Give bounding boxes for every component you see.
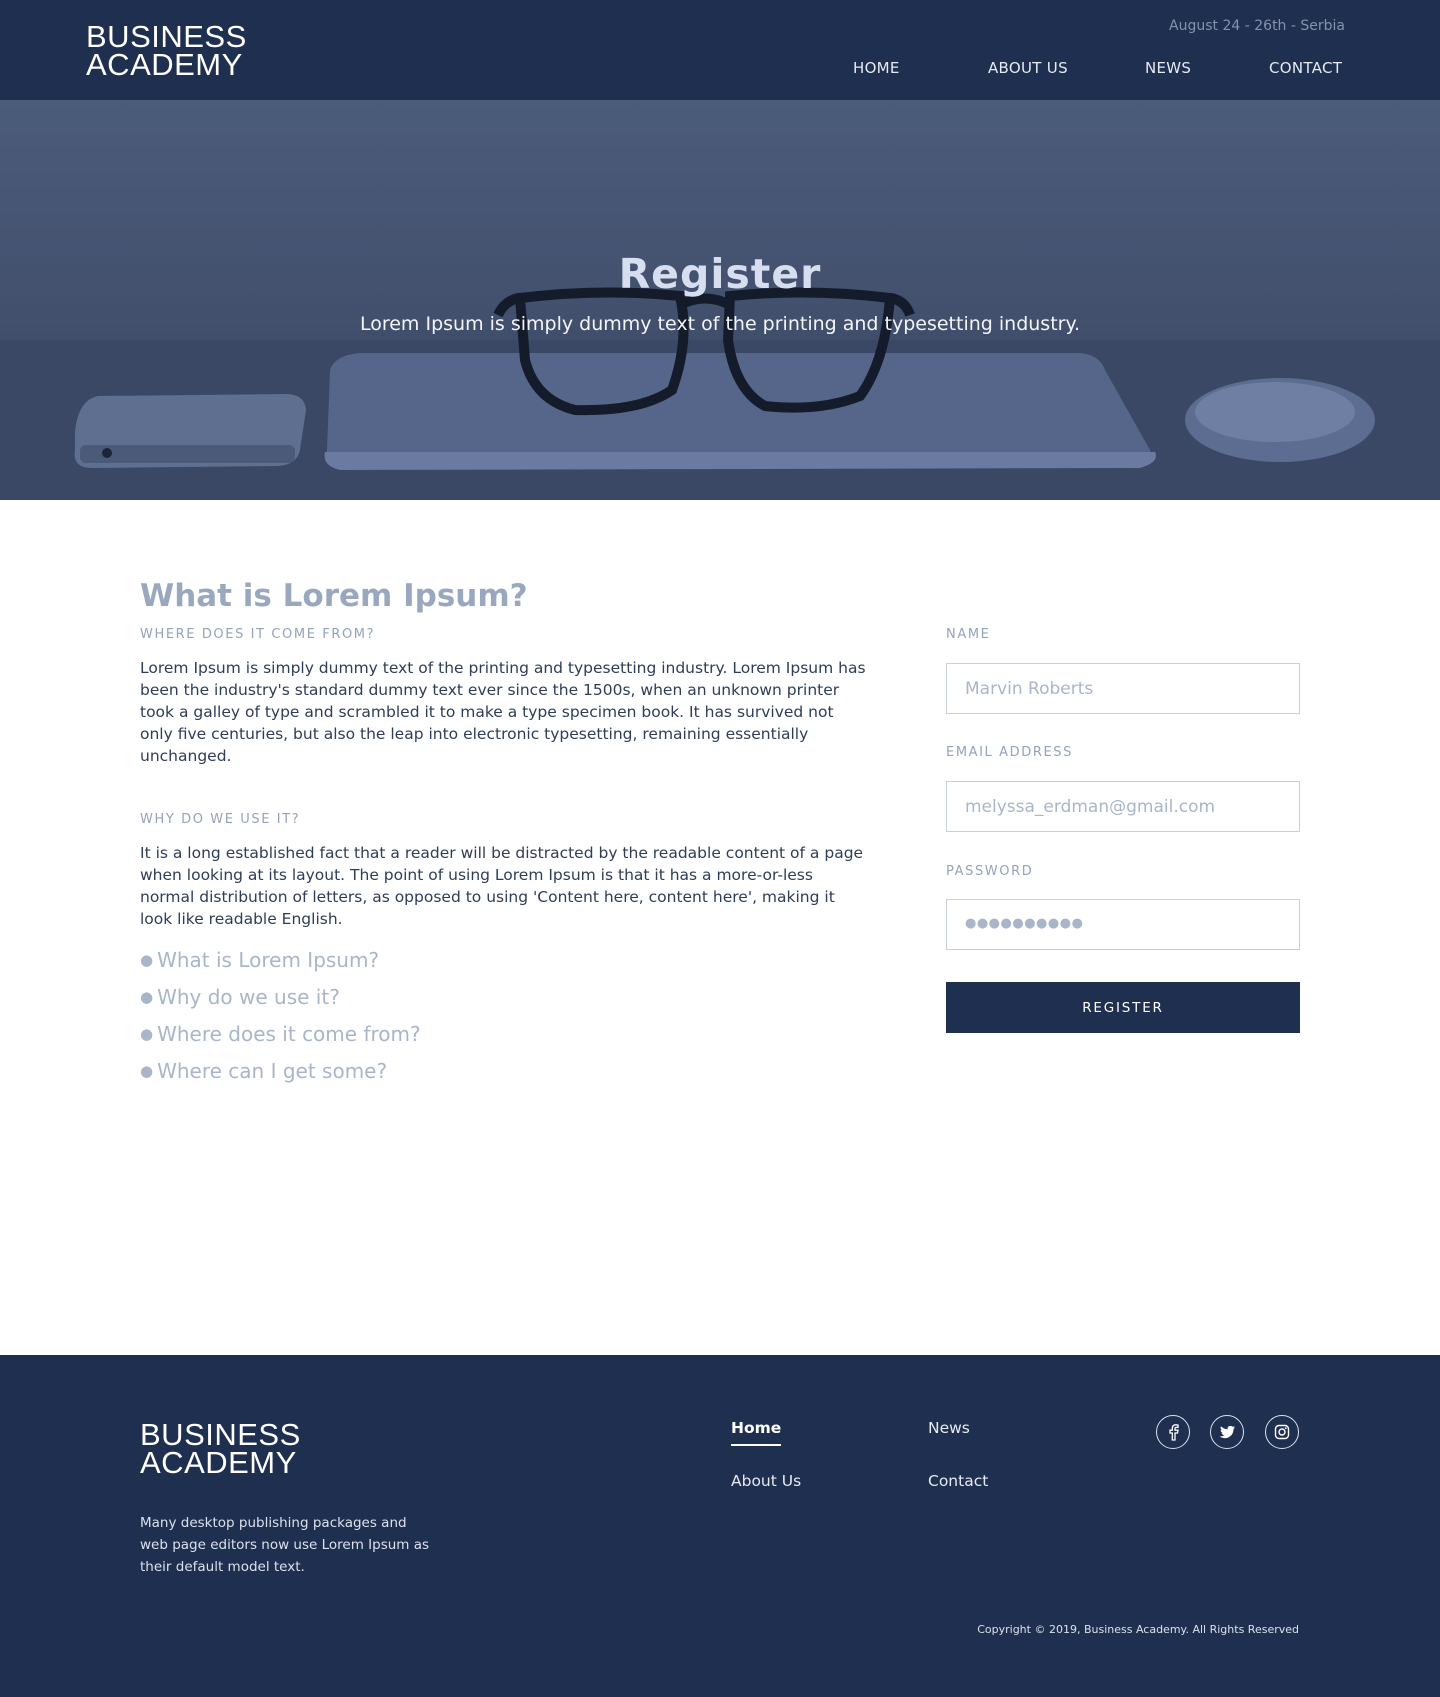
faq-link-list: ● What is Lorem Ipsum? ● Why do we use it?… bbox=[140, 945, 421, 1093]
hero-banner: Register Lorem Ipsum is simply dummy tex… bbox=[0, 100, 1440, 500]
name-input[interactable] bbox=[946, 663, 1300, 714]
register-button[interactable]: REGISTER bbox=[946, 982, 1300, 1033]
logo-line-2: ACADEMY bbox=[86, 47, 243, 82]
faq-item[interactable]: ● Where can I get some? bbox=[140, 1056, 421, 1093]
faq-item[interactable]: ● Why do we use it? bbox=[140, 982, 421, 1019]
faq-item-label: Where can I get some? bbox=[157, 1059, 388, 1083]
password-label: PASSWORD bbox=[946, 864, 1034, 879]
nav-home[interactable]: HOME bbox=[853, 59, 900, 77]
email-input[interactable] bbox=[946, 781, 1300, 832]
email-label: EMAIL ADDRESS bbox=[946, 745, 1073, 760]
site-footer: BUSINESS ACADEMY Many desktop publishing… bbox=[0, 1355, 1440, 1697]
site-header: BUSINESS ACADEMY August 24 - 26th - Serb… bbox=[0, 0, 1440, 100]
footer-logo[interactable]: BUSINESS ACADEMY bbox=[140, 1419, 301, 1480]
footer-link-home[interactable]: Home bbox=[731, 1419, 782, 1446]
bullet-icon: ● bbox=[140, 1062, 154, 1080]
footer-link-news[interactable]: News bbox=[928, 1419, 970, 1437]
faq-item[interactable]: ● Where does it come from? bbox=[140, 1019, 421, 1056]
section-text-why: It is a long established fact that a rea… bbox=[140, 844, 864, 928]
nav-contact[interactable]: CONTACT bbox=[1269, 59, 1342, 77]
hero-title: Register bbox=[618, 250, 822, 298]
faq-item-label: What is Lorem Ipsum? bbox=[157, 948, 380, 972]
hero-subtitle: Lorem Ipsum is simply dummy text of the … bbox=[359, 313, 1081, 335]
faq-item[interactable]: ● What is Lorem Ipsum? bbox=[140, 945, 421, 982]
password-input[interactable]: ●●●●●●●●●● bbox=[946, 899, 1300, 950]
nav-about-us[interactable]: ABOUT US bbox=[988, 59, 1068, 77]
facebook-icon[interactable] bbox=[1156, 1415, 1190, 1449]
hero-background-image bbox=[0, 287, 1440, 500]
section-label-why: WHY DO WE USE IT? bbox=[140, 812, 301, 827]
event-date: August 24 - 26th - Serbia bbox=[1169, 18, 1345, 34]
faq-item-label: Where does it come from? bbox=[157, 1022, 421, 1046]
footer-link-contact[interactable]: Contact bbox=[928, 1472, 988, 1490]
bullet-icon: ● bbox=[140, 1025, 154, 1043]
faq-item-label: Why do we use it? bbox=[157, 985, 340, 1009]
content-heading: What is Lorem Ipsum? bbox=[140, 578, 528, 614]
footer-logo-line-2: ACADEMY bbox=[140, 1445, 297, 1480]
nav-news[interactable]: NEWS bbox=[1145, 59, 1191, 77]
copyright-text: Copyright © 2019, Business Academy. All … bbox=[977, 1623, 1299, 1636]
section-text-origin: Lorem Ipsum is simply dummy text of the … bbox=[140, 659, 866, 765]
bullet-icon: ● bbox=[140, 951, 154, 969]
bullet-icon: ● bbox=[140, 988, 154, 1006]
site-logo[interactable]: BUSINESS ACADEMY bbox=[86, 21, 247, 82]
instagram-icon[interactable] bbox=[1265, 1415, 1299, 1449]
twitter-icon[interactable] bbox=[1210, 1415, 1244, 1449]
section-label-origin: WHERE DOES IT COME FROM? bbox=[140, 627, 376, 642]
name-label: NAME bbox=[946, 627, 991, 642]
footer-description: Many desktop publishing packages and web… bbox=[140, 1515, 430, 1575]
footer-link-about-us[interactable]: About Us bbox=[731, 1472, 801, 1490]
